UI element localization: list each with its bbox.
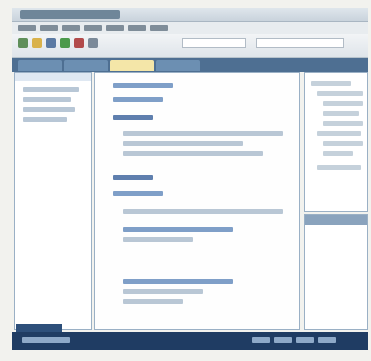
code-line xyxy=(123,151,263,156)
window-titlebar xyxy=(12,8,368,22)
tab-item[interactable] xyxy=(156,60,200,71)
tree-item[interactable] xyxy=(323,111,359,116)
toolbox-item[interactable] xyxy=(23,117,67,122)
tree-item[interactable] xyxy=(311,81,351,86)
toolbox-header xyxy=(15,73,91,81)
code-line xyxy=(113,115,153,120)
configuration-select[interactable] xyxy=(182,38,246,48)
code-line xyxy=(123,141,243,146)
status-item xyxy=(274,337,292,343)
platform-select[interactable] xyxy=(256,38,344,48)
tree-item[interactable] xyxy=(323,101,363,106)
save-icon[interactable] xyxy=(18,38,28,48)
tree-item[interactable] xyxy=(323,141,363,146)
window-title xyxy=(20,10,120,19)
code-line xyxy=(123,237,193,242)
toolbox-item[interactable] xyxy=(23,107,75,112)
tree-item[interactable] xyxy=(317,91,363,96)
menu-item[interactable] xyxy=(128,25,146,31)
tab-item-active[interactable] xyxy=(110,60,154,71)
status-text xyxy=(22,337,70,343)
status-item xyxy=(252,337,270,343)
code-line xyxy=(113,83,173,88)
menu-item[interactable] xyxy=(62,25,80,31)
code-line xyxy=(113,191,163,196)
menu-item[interactable] xyxy=(40,25,58,31)
toolbox-item[interactable] xyxy=(23,97,71,102)
code-line xyxy=(123,227,233,232)
code-line xyxy=(123,279,233,284)
solution-explorer xyxy=(304,72,368,212)
stop-icon[interactable] xyxy=(74,38,84,48)
tree-item[interactable] xyxy=(323,151,353,156)
tree-item[interactable] xyxy=(323,121,363,126)
status-item xyxy=(318,337,336,343)
tree-item[interactable] xyxy=(317,165,361,170)
tab-item[interactable] xyxy=(18,60,62,71)
properties-header xyxy=(305,215,367,225)
menu-item[interactable] xyxy=(106,25,124,31)
code-line xyxy=(113,175,153,180)
code-editor[interactable] xyxy=(94,72,300,330)
search-icon[interactable] xyxy=(88,38,98,48)
tree-item[interactable] xyxy=(317,131,361,136)
code-line xyxy=(123,209,283,214)
run-icon[interactable] xyxy=(60,38,70,48)
build-icon[interactable] xyxy=(46,38,56,48)
toolbox-panel xyxy=(14,72,92,330)
menu-bar xyxy=(12,22,368,34)
tab-item[interactable] xyxy=(64,60,108,71)
status-bar xyxy=(12,332,368,350)
main-toolbar xyxy=(12,34,368,58)
properties-panel xyxy=(304,214,368,330)
toolbox-item[interactable] xyxy=(23,87,79,92)
code-line xyxy=(123,289,203,294)
code-line xyxy=(123,299,183,304)
document-tabs xyxy=(12,58,368,72)
menu-item[interactable] xyxy=(18,25,36,31)
status-item xyxy=(296,337,314,343)
menu-item[interactable] xyxy=(84,25,102,31)
open-icon[interactable] xyxy=(32,38,42,48)
menu-item[interactable] xyxy=(150,25,168,31)
code-line xyxy=(123,131,283,136)
code-line xyxy=(113,97,163,102)
